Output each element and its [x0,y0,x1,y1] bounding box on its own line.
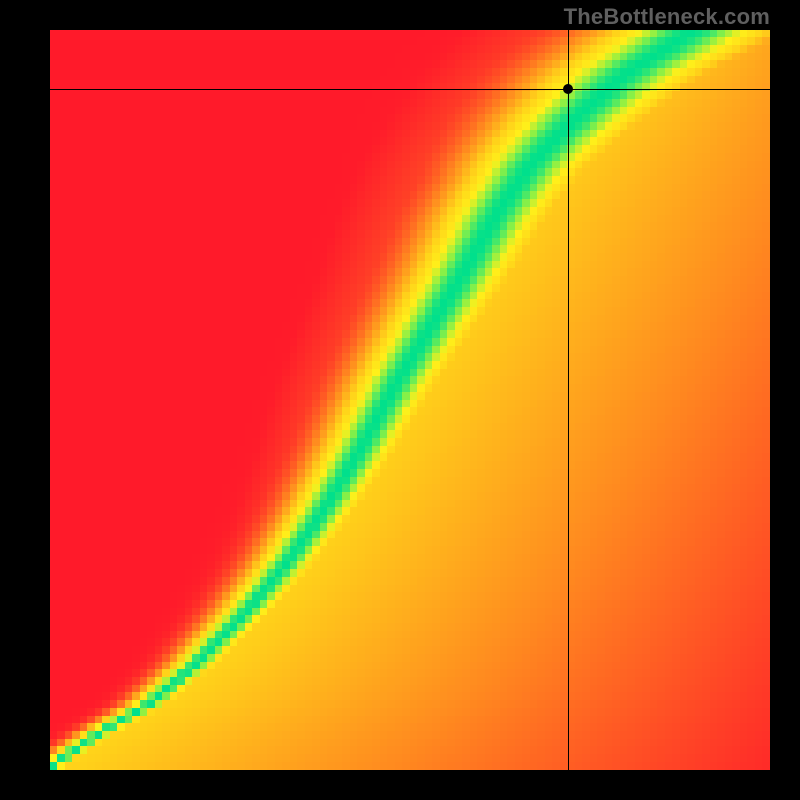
crosshair-vertical [568,30,569,770]
crosshair-horizontal [50,89,770,90]
marker-dot [563,84,573,94]
chart-container: TheBottleneck.com [0,0,800,800]
heatmap-plot [50,30,770,770]
heatmap-canvas [50,30,770,770]
watermark-text: TheBottleneck.com [564,4,770,30]
